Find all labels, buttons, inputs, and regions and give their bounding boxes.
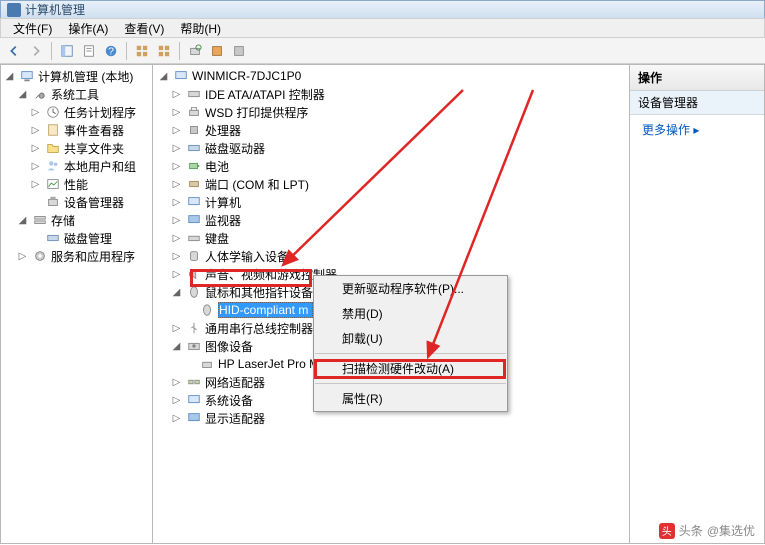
battery-icon	[186, 158, 202, 174]
tree-system-tools[interactable]: ◢系统工具	[3, 85, 150, 103]
menu-action[interactable]: 操作(A)	[60, 18, 116, 39]
grid1-button[interactable]	[132, 41, 152, 61]
device-category[interactable]: ▷处理器	[157, 121, 625, 139]
event-icon	[45, 122, 61, 138]
menu-view[interactable]: 查看(V)	[116, 18, 172, 39]
tree-item[interactable]: ▷事件查看器	[3, 121, 150, 139]
ctx-uninstall[interactable]: 卸载(U)	[314, 326, 507, 351]
computer-icon	[173, 68, 189, 84]
device-category[interactable]: ▷计算机	[157, 193, 625, 211]
computer-icon	[186, 194, 202, 210]
actions-header: 操作	[630, 65, 764, 91]
menu-file[interactable]: 文件(F)	[5, 18, 60, 39]
printer-icon	[186, 104, 202, 120]
actions-sub-header: 设备管理器	[630, 91, 764, 115]
tree-item[interactable]: 磁盘管理	[3, 229, 150, 247]
device-category[interactable]: ▷人体学输入设备	[157, 247, 625, 265]
disk-icon	[45, 230, 61, 246]
sound-icon	[186, 266, 202, 282]
device-category[interactable]: ▷WSD 打印提供程序	[157, 103, 625, 121]
folder-share-icon	[45, 140, 61, 156]
device-root[interactable]: ◢WINMICR-7DJC1P0	[157, 67, 625, 85]
toolbar-separator	[126, 42, 127, 60]
mouse-icon	[186, 284, 202, 300]
watermark-user: @集选优	[707, 522, 755, 539]
tree-device-manager[interactable]: 设备管理器	[3, 193, 150, 211]
grid2-button[interactable]	[154, 41, 174, 61]
disk-icon	[186, 140, 202, 156]
tree-services[interactable]: ▷服务和应用程序	[3, 247, 150, 265]
monitor-icon	[186, 212, 202, 228]
context-menu: 更新驱动程序软件(P)... 禁用(D) 卸载(U) 扫描检测硬件改动(A) 属…	[313, 275, 508, 412]
tool1-button[interactable]	[207, 41, 227, 61]
title-bar: 计算机管理	[0, 0, 765, 18]
perf-icon	[45, 176, 61, 192]
ctx-properties[interactable]: 属性(R)	[314, 386, 507, 411]
clock-icon	[45, 104, 61, 120]
users-icon	[45, 158, 61, 174]
ctx-update-driver[interactable]: 更新驱动程序软件(P)...	[314, 276, 507, 301]
device-category[interactable]: ▷端口 (COM 和 LPT)	[157, 175, 625, 193]
tree-item[interactable]: ▷任务计划程序	[3, 103, 150, 121]
help-button[interactable]: ?	[101, 41, 121, 61]
tree-item[interactable]: ▷共享文件夹	[3, 139, 150, 157]
watermark: 头 头条 @集选优	[659, 522, 755, 539]
ctx-separator	[315, 383, 506, 384]
hid-icon	[186, 248, 202, 264]
tree-root[interactable]: ◢计算机管理 (本地)	[3, 67, 150, 85]
device-category[interactable]: ▷IDE ATA/ATAPI 控制器	[157, 85, 625, 103]
actions-pane: 操作 设备管理器 更多操作 ▸	[630, 64, 765, 544]
properties-button[interactable]	[79, 41, 99, 61]
wrench-icon	[32, 86, 48, 102]
storage-icon	[32, 212, 48, 228]
cpu-icon	[186, 122, 202, 138]
result-pane: ◢WINMICR-7DJC1P0 ▷IDE ATA/ATAPI 控制器 ▷WSD…	[152, 64, 630, 544]
display-icon	[186, 410, 202, 426]
back-button[interactable]	[4, 41, 24, 61]
scope-pane: ◢计算机管理 (本地) ◢系统工具 ▷任务计划程序 ▷事件查看器 ▷共享文件夹 …	[0, 64, 152, 544]
port-icon	[186, 176, 202, 192]
system-icon	[186, 392, 202, 408]
menu-bar: 文件(F) 操作(A) 查看(V) 帮助(H)	[0, 18, 765, 38]
tool2-button[interactable]	[229, 41, 249, 61]
actions-more-link[interactable]: 更多操作 ▸	[630, 115, 764, 144]
svg-text:?: ?	[108, 45, 114, 57]
menu-help[interactable]: 帮助(H)	[172, 18, 229, 39]
gear-icon	[32, 248, 48, 264]
usb-icon	[186, 320, 202, 336]
tree-item[interactable]: ▷性能	[3, 175, 150, 193]
controller-icon	[186, 86, 202, 102]
scan-button[interactable]	[185, 41, 205, 61]
computer-icon	[19, 68, 35, 84]
app-icon	[7, 3, 21, 17]
mouse-icon	[199, 302, 215, 318]
toolbar-separator	[51, 42, 52, 60]
ctx-separator	[315, 353, 506, 354]
device-category[interactable]: ▷监视器	[157, 211, 625, 229]
device-category[interactable]: ▷磁盘驱动器	[157, 139, 625, 157]
toolbar-separator	[179, 42, 180, 60]
ctx-disable[interactable]: 禁用(D)	[314, 301, 507, 326]
ctx-scan-hardware[interactable]: 扫描检测硬件改动(A)	[314, 356, 507, 381]
network-icon	[186, 374, 202, 390]
keyboard-icon	[186, 230, 202, 246]
device-category[interactable]: ▷键盘	[157, 229, 625, 247]
chevron-right-icon: ▸	[693, 123, 699, 137]
printer-icon	[199, 356, 215, 372]
forward-button[interactable]	[26, 41, 46, 61]
device-category[interactable]: ▷电池	[157, 157, 625, 175]
tree-storage[interactable]: ◢存储	[3, 211, 150, 229]
toolbar: ?	[0, 38, 765, 64]
watermark-brand: 头条	[679, 522, 703, 539]
window-title: 计算机管理	[25, 1, 85, 18]
tree-item[interactable]: ▷本地用户和组	[3, 157, 150, 175]
brand-logo-icon: 头	[659, 523, 675, 539]
show-hide-button[interactable]	[57, 41, 77, 61]
device-icon	[45, 194, 61, 210]
camera-icon	[186, 338, 202, 354]
